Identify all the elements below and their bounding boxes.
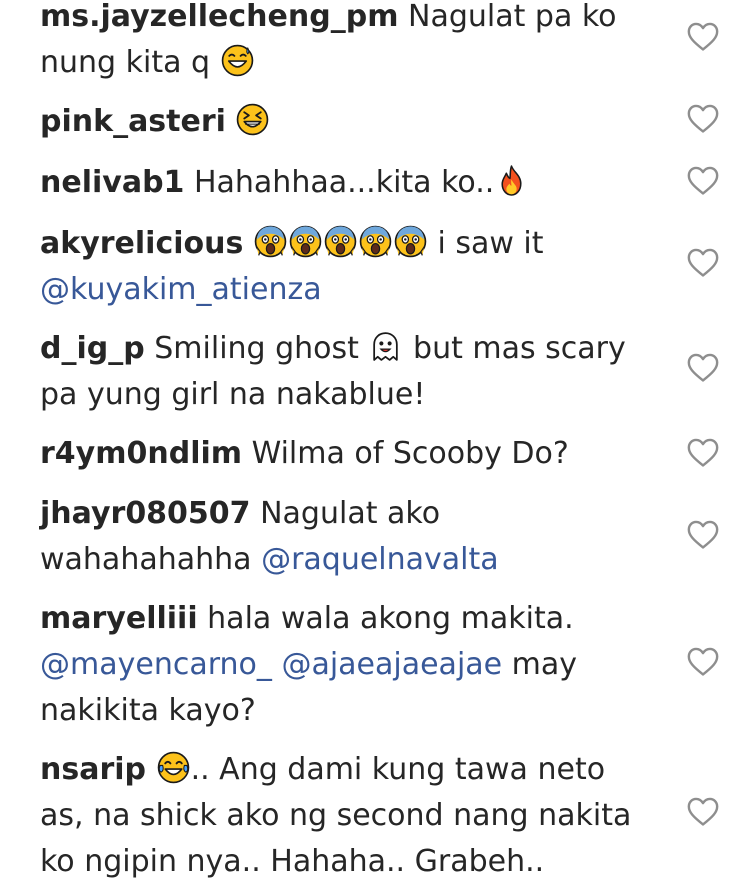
- comment: akyrelicious i saw it @kuyakim_atienza: [40, 221, 680, 313]
- comment: d_ig_p Smiling ghost but mas scary pa yu…: [40, 326, 680, 418]
- heart-icon[interactable]: [686, 351, 720, 383]
- heart-icon[interactable]: [686, 246, 720, 278]
- comment-text: hala wala akong makita.: [207, 601, 574, 636]
- comment-text: as, na shick ako ng second nang nakita: [40, 798, 632, 833]
- comment: r4ym0ndlim Wilma of Scooby Do?: [40, 431, 680, 477]
- comment-username[interactable]: akyrelicious: [40, 226, 243, 261]
- scream-emoji-group: [253, 225, 428, 261]
- joy-tears-emoji: [157, 751, 189, 784]
- heart-icon[interactable]: [686, 645, 720, 677]
- comment-username[interactable]: maryelliii: [40, 601, 198, 636]
- heart-icon[interactable]: [686, 102, 720, 134]
- scream-emoji: [254, 225, 287, 258]
- ghost-emoji: [373, 332, 399, 361]
- scream-emoji: [289, 225, 322, 258]
- comment: maryelliii hala wala akong makita. @maye…: [40, 596, 680, 734]
- comment-text: Wilma of Scooby Do?: [251, 436, 569, 471]
- comment: jhayr080507 Nagulat ako wahahahahha @raq…: [40, 491, 680, 583]
- comment-text: pa yung girl na nakablue!: [40, 377, 426, 412]
- heart-icon[interactable]: [686, 164, 720, 196]
- laughing-emoji: [237, 103, 269, 136]
- comment-text: nung kita q: [40, 45, 211, 80]
- comment-text: ko ngipin nya.. Hahaha.. Grabeh..: [40, 844, 545, 879]
- comment-username[interactable]: d_ig_p: [40, 331, 145, 366]
- scream-emoji: [394, 225, 427, 258]
- fire-emoji: [501, 165, 522, 196]
- mention-link[interactable]: @kuyakim_atienza: [40, 272, 322, 307]
- comment-text: Hahahhaa...kita ko..: [193, 165, 495, 200]
- heart-icon[interactable]: [686, 436, 720, 468]
- comment-text: wahahahahha: [40, 542, 252, 577]
- comment: nsarip .. Ang dami kung tawa neto as, na…: [40, 747, 680, 885]
- comment-text: may: [511, 647, 578, 682]
- comment-text: i saw it: [437, 226, 544, 261]
- comment-username[interactable]: jhayr080507: [40, 496, 251, 531]
- mention-link[interactable]: @ajaeajaeajae: [281, 647, 502, 682]
- comment-text: but mas scary: [413, 331, 626, 366]
- comment-username[interactable]: nsarip: [40, 752, 146, 787]
- comment: nelivab1 Hahahhaa...kita ko..: [40, 160, 680, 206]
- comment-text: Nagulat pa ko: [408, 0, 617, 34]
- scream-emoji: [324, 225, 357, 258]
- comment-username[interactable]: pink_asteri: [40, 104, 226, 139]
- comment-text: Smiling ghost: [154, 331, 359, 366]
- comment-text: .. Ang dami kung tawa neto: [190, 752, 606, 787]
- scream-emoji: [359, 225, 392, 258]
- comment-username[interactable]: r4ym0ndlim: [40, 436, 242, 471]
- sweat-smile-emoji: [221, 44, 253, 77]
- heart-icon[interactable]: [686, 20, 720, 52]
- heart-icon[interactable]: [686, 795, 720, 827]
- heart-icon[interactable]: [686, 518, 720, 550]
- comment: pink_asteri: [40, 99, 680, 145]
- comment-text: Nagulat ako: [260, 496, 441, 531]
- mention-link[interactable]: @mayencarno_: [40, 647, 272, 682]
- comment: ms.jayzellecheng_pm Nagulat pa ko nung k…: [40, 0, 680, 86]
- comment-username[interactable]: ms.jayzellecheng_pm: [40, 0, 398, 34]
- mention-link[interactable]: @raquelnavalta: [261, 542, 499, 577]
- comment-username[interactable]: nelivab1: [40, 165, 184, 200]
- comment-text: nakikita kayo?: [40, 693, 256, 728]
